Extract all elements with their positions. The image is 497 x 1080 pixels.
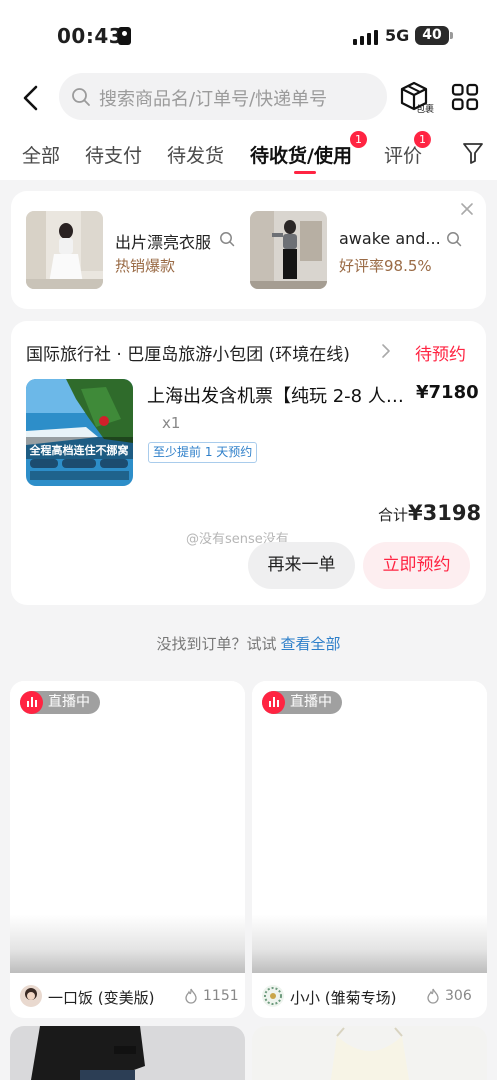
not-found-hint: 没找到订单？试试 查看全部 <box>0 633 497 654</box>
network-type: 5G <box>385 26 410 45</box>
order-card[interactable]: 国际旅行社 · 巴厘岛旅游小包团 (环境在线) 待预约 全程高档连住不挪窝 上海… <box>11 321 486 605</box>
recommend-subtitle: 好评率98.5% <box>339 257 432 275</box>
product-image[interactable]: 全程高档连住不挪窝 <box>26 379 133 486</box>
tab-pending-receipt-label: 待收货/使用 <box>250 145 352 167</box>
live-video[interactable] <box>10 681 245 973</box>
search-icon <box>220 232 235 247</box>
live-badge: 直播中 <box>20 691 100 714</box>
signal-icon <box>353 29 379 45</box>
tab-review-label: 评价 <box>384 145 423 167</box>
filter-icon[interactable] <box>462 141 484 165</box>
reorder-button[interactable]: 再来一单 <box>248 542 355 589</box>
tab-review[interactable]: 评价 1 <box>384 131 431 168</box>
tab-all[interactable]: 全部 <box>22 141 60 168</box>
popularity-flame-icon <box>185 988 197 1004</box>
live-badge-label: 直播中 <box>48 694 90 710</box>
recommend-title: awake and... <box>339 229 441 248</box>
view-all-link[interactable]: 查看全部 <box>281 635 341 653</box>
recommend-item[interactable]: awake and... 好评率98.5% <box>250 211 465 289</box>
recommend-image <box>250 211 327 289</box>
viewer-count: 1151 <box>203 988 239 1004</box>
order-total-label: 合计 <box>378 506 409 524</box>
order-tabs: 全部 待支付 待发货 待收货/使用 1 评价 1 <box>0 124 497 180</box>
popularity-flame-icon <box>427 988 439 1004</box>
booking-tag: 至少提前 1 天预约 <box>148 442 258 463</box>
recommend-subtitle: 热销爆款 <box>115 257 176 275</box>
back-arrow-icon[interactable] <box>18 82 44 114</box>
book-now-button[interactable]: 立即预约 <box>363 542 470 589</box>
category-grid-icon[interactable] <box>451 83 479 111</box>
battery-icon: 40 <box>415 26 453 45</box>
live-pulse-icon <box>20 691 43 714</box>
tab-badge: 1 <box>350 131 367 148</box>
live-video[interactable] <box>252 681 487 973</box>
avatar[interactable] <box>262 985 284 1007</box>
live-badge: 直播中 <box>262 691 342 714</box>
shop-name[interactable]: 国际旅行社 · 巴厘岛旅游小包团 (环境在线) <box>26 340 350 365</box>
parcel-label: 包裹 <box>416 105 435 115</box>
live-pulse-icon <box>262 691 285 714</box>
order-status: 待预约 <box>415 345 466 365</box>
product-price: ¥7180 <box>416 382 479 403</box>
live-card[interactable]: 直播中 一口饭 (变美版) 1151 <box>10 681 245 1018</box>
active-tab-indicator <box>294 171 316 174</box>
recommend-card: 出片漂亮衣服 热销爆款 awake and... 好评率98.5% <box>11 191 486 309</box>
tab-pending-shipment[interactable]: 待发货 <box>167 141 224 168</box>
tab-scroll-fade <box>427 124 467 180</box>
orientation-lock-icon <box>118 27 131 45</box>
tab-pending-payment[interactable]: 待支付 <box>85 141 142 168</box>
search-icon <box>447 232 462 247</box>
streamer-name: 小小 (雏菊专场) <box>290 989 397 1007</box>
recommend-item[interactable]: 出片漂亮衣服 热销爆款 <box>26 211 241 289</box>
recommend-title: 出片漂亮衣服 <box>115 233 212 252</box>
tab-pending-receipt[interactable]: 待收货/使用 1 <box>250 131 367 174</box>
top-header: 搜索商品名/订单号/快递单号 包裹 <box>0 72 497 124</box>
status-bar: 00:43 5G 40 <box>0 0 497 72</box>
feed-thumbnail[interactable] <box>252 1026 487 1080</box>
avatar[interactable] <box>20 985 42 1007</box>
streamer-name: 一口饭 (变美版) <box>48 989 155 1007</box>
product-title[interactable]: 上海出发含机票【纯玩 2-8 人小包团】 <box>147 382 409 408</box>
search-placeholder: 搜索商品名/订单号/快递单号 <box>99 89 328 110</box>
search-input[interactable]: 搜索商品名/订单号/快递单号 <box>59 73 387 120</box>
hint-text: 没找到订单？试试 <box>156 635 277 653</box>
status-time: 00:43 <box>57 24 124 48</box>
chevron-right-icon[interactable] <box>381 343 391 359</box>
viewer-count: 306 <box>445 988 472 1004</box>
search-icon <box>72 88 90 106</box>
order-total-value: ¥3198 <box>408 501 482 525</box>
product-quantity: x1 <box>162 414 181 432</box>
product-image-caption: 全程高档连住不挪窝 <box>29 443 129 457</box>
feed-thumbnail[interactable] <box>10 1026 245 1080</box>
order-total: 合计¥3198 <box>378 501 481 525</box>
recommend-image <box>26 211 103 289</box>
parcel-button[interactable]: 包裹 <box>398 78 440 118</box>
live-badge-label: 直播中 <box>290 694 332 710</box>
live-card[interactable]: 直播中 小小 (雏菊专场) 306 <box>252 681 487 1018</box>
